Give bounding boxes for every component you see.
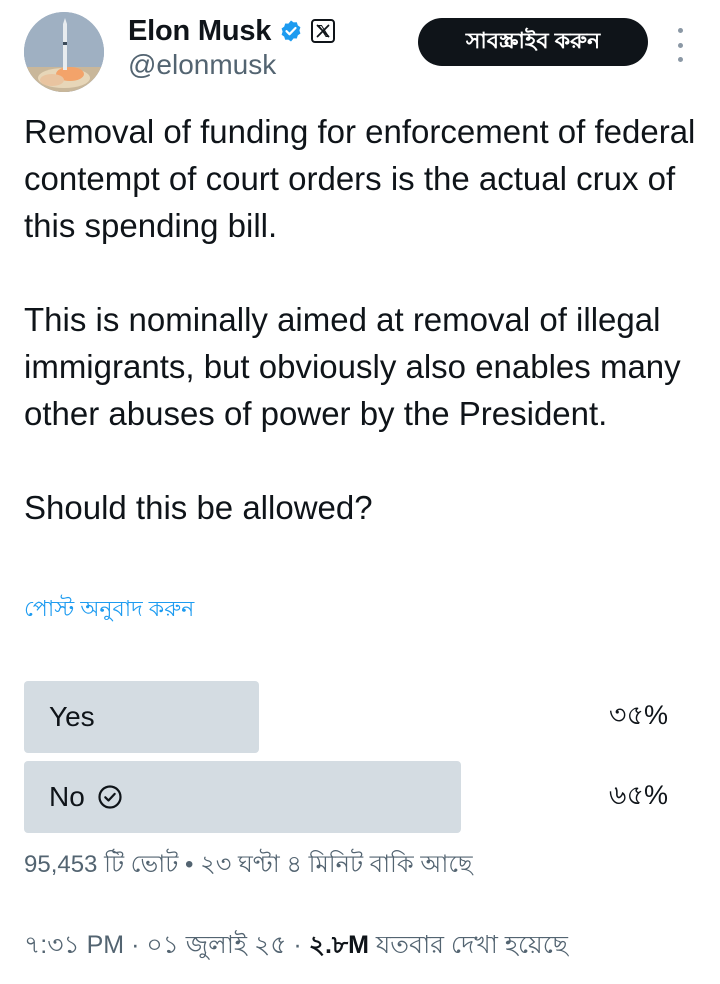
verified-badge-icon [281,20,301,42]
tweet-time[interactable]: ৭:৩১ PM [24,931,124,959]
poll-option-no[interactable]: No ৬৫% [24,761,696,833]
check-circle-icon [98,785,122,809]
tweet-paragraph: Removal of funding for enforcement of fe… [24,113,696,244]
author-display-name[interactable]: Elon Musk [128,15,271,48]
tweet-timestamp-row: ৭:৩১ PM · ০১ জুলাই ২৫ · ২.৮M যতবার দেখা … [24,925,568,968]
tweet-paragraph: This is nominally aimed at removal of il… [24,301,681,432]
views-count: ২.৮M [308,931,369,959]
subscribe-button[interactable]: সাবস্ক্রাইব করুন [418,18,648,66]
avatar[interactable] [24,12,104,92]
poll-option-yes[interactable]: Yes ৩৫% [24,681,696,753]
author-handle[interactable]: @elonmusk [128,49,276,81]
poll-option-label: No [49,781,85,812]
poll-option-label-row: No [49,761,123,833]
rocket-launch-image [24,12,104,92]
views-label: যতবার দেখা হয়েছে [375,931,568,959]
poll-separator: • [185,851,194,878]
tweet-header: Elon Musk @elonmusk সাবস্ক্রাইব করুন [0,0,720,100]
x-logo-icon [311,19,336,43]
poll-option-label-row: Yes [49,681,95,753]
tweet-date[interactable]: ০১ জুলাই ২৫ [146,931,286,959]
poll-meta: 95,453 টি ভোট • ২৩ ঘণ্টা ৪ মিনিট বাকি আছ… [24,846,473,886]
poll-vote-count: 95,453 টি ভোট [24,851,179,878]
poll-option-label: Yes [49,701,95,732]
translate-post-link[interactable]: পোস্ট অনুবাদ করুন [24,592,194,629]
poll-option-percent: ৬৫% [608,779,668,810]
more-dots-icon[interactable] [668,28,692,62]
author-name-row: Elon Musk [128,14,336,48]
tweet-text: Removal of funding for enforcement of fe… [24,108,704,531]
timestamp-separator: · [293,931,302,959]
tweet-paragraph: Should this be allowed? [24,489,373,526]
poll-time-left: ২৩ ঘণ্টা ৪ মিনিট বাকি আছে [200,851,473,878]
poll-option-percent: ৩৫% [608,699,668,730]
timestamp-separator: · [131,931,140,959]
